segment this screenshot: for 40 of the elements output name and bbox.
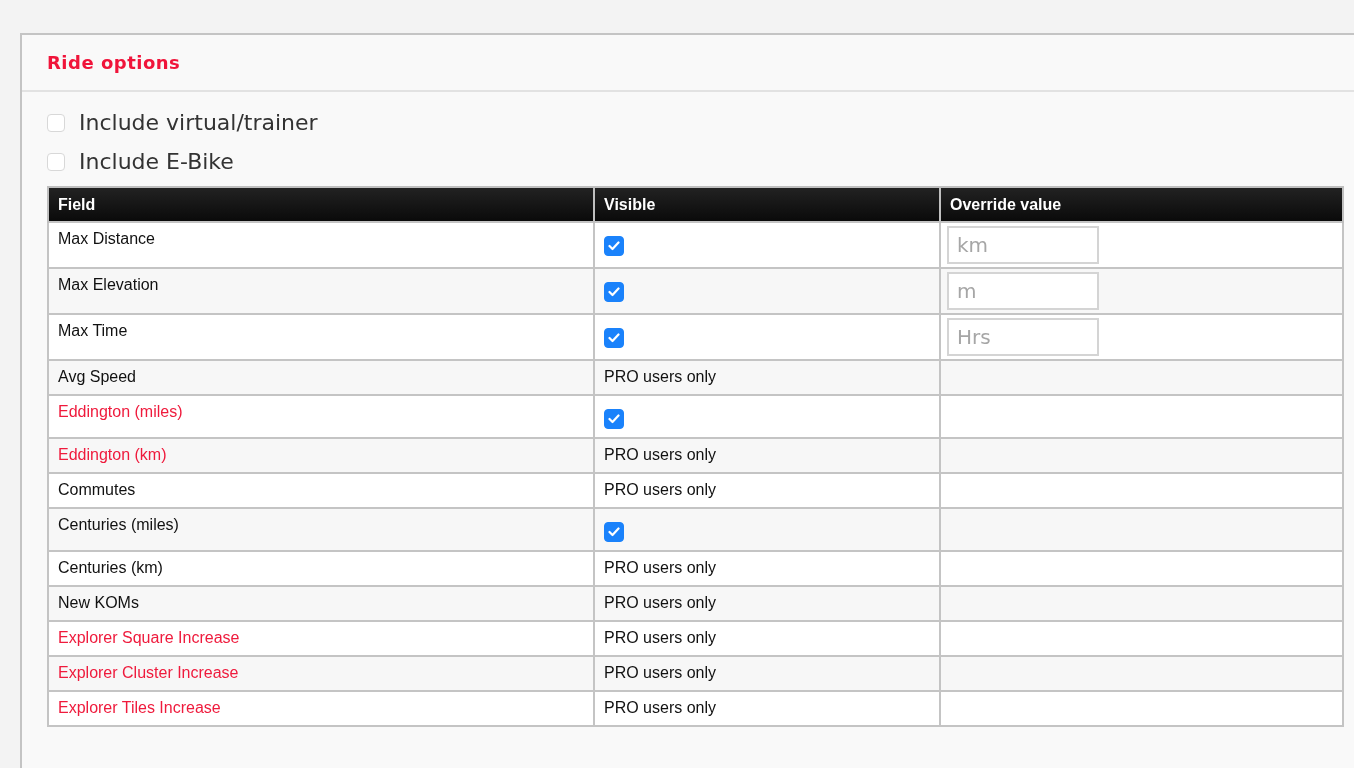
field-name: Eddington (km): [58, 446, 167, 463]
pro-note: PRO users only: [604, 481, 717, 498]
field-name: Commutes: [58, 481, 136, 498]
field-name: Centuries (km): [58, 559, 163, 576]
override-input[interactable]: km: [947, 226, 1099, 264]
checkbox-label: Include virtual/trainer: [79, 110, 318, 135]
field-name: Centuries (miles): [58, 516, 179, 533]
pro-note: PRO users only: [604, 368, 717, 385]
checkmark-icon: [608, 414, 620, 424]
checkbox-label: Include E-Bike: [79, 149, 234, 174]
checkbox[interactable]: [604, 282, 624, 302]
pro-note: PRO users only: [604, 699, 717, 716]
field-name: Explorer Cluster Increase: [58, 664, 239, 681]
field-name: Explorer Square Increase: [58, 629, 240, 646]
field-name: Avg Speed: [58, 368, 136, 385]
column-header: Visible: [594, 187, 940, 222]
field-name: New KOMs: [58, 594, 139, 611]
checkmark-icon: [608, 333, 620, 343]
panel-title: Ride options: [47, 52, 181, 73]
checkmark-icon: [608, 241, 620, 251]
checkmark-icon: [608, 287, 620, 297]
column-header: Field: [48, 187, 594, 222]
pro-note: PRO users only: [604, 629, 717, 646]
pro-note: PRO users only: [604, 664, 717, 681]
checkbox[interactable]: [604, 522, 624, 542]
pro-note: PRO users only: [604, 559, 717, 576]
field-name: Max Time: [58, 322, 128, 339]
checkbox[interactable]: [604, 328, 624, 348]
field-name: Max Elevation: [58, 276, 159, 293]
pro-note: PRO users only: [604, 594, 717, 611]
field-name: Max Distance: [58, 230, 155, 247]
override-input[interactable]: m: [947, 272, 1099, 310]
checkbox[interactable]: [604, 236, 624, 256]
override-input[interactable]: Hrs: [947, 318, 1099, 356]
pro-note: PRO users only: [604, 446, 717, 463]
checkbox[interactable]: [604, 409, 624, 429]
column-header: Override value: [940, 187, 1343, 222]
checkmark-icon: [608, 527, 620, 537]
field-name: Eddington (miles): [58, 403, 183, 420]
field-name: Explorer Tiles Increase: [58, 699, 221, 716]
